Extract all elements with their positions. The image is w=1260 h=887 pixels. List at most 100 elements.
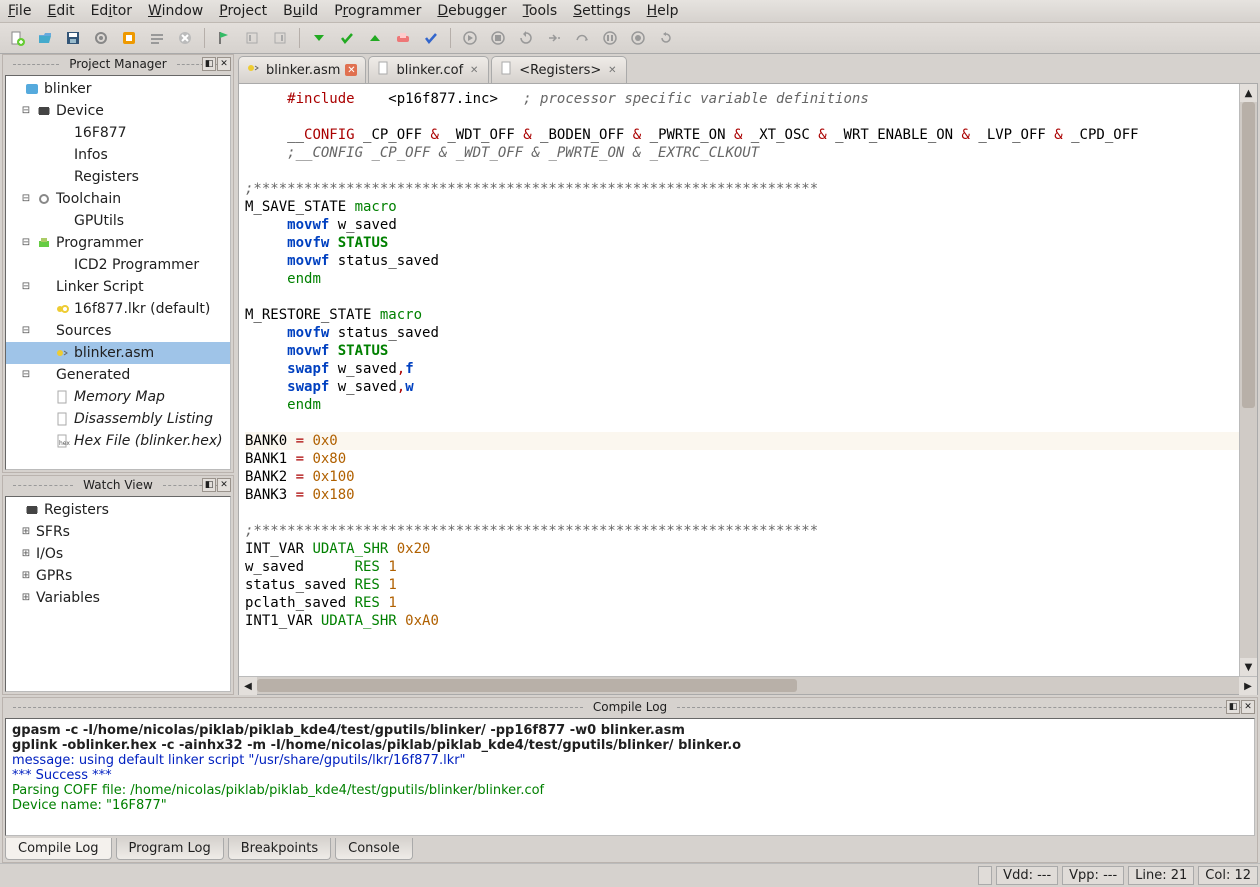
expander-icon[interactable] (38, 435, 50, 447)
open-icon[interactable] (34, 27, 56, 49)
col1-icon[interactable] (241, 27, 263, 49)
expander-icon[interactable] (38, 171, 50, 183)
tree-item[interactable]: ⊞SFRs (6, 521, 230, 543)
tab-registers[interactable]: <Registers>✕ (491, 56, 627, 83)
close-icon[interactable]: ✕ (606, 64, 618, 76)
close-icon[interactable]: ✕ (345, 64, 357, 76)
scroll-down-icon[interactable]: ▼ (1240, 658, 1257, 676)
col2-icon[interactable] (269, 27, 291, 49)
tree-item[interactable]: ⊞GPRs (6, 565, 230, 587)
menu-project[interactable]: Project (219, 3, 267, 19)
menu-help[interactable]: Help (647, 3, 679, 19)
expander-icon[interactable] (38, 347, 50, 359)
detach-icon[interactable]: ◧ (202, 57, 216, 71)
expander-icon[interactable]: ⊞ (20, 592, 32, 604)
tab-blinker.asm[interactable]: blinker.asm✕ (238, 56, 366, 83)
dbg-run-icon[interactable] (459, 27, 481, 49)
dbg-record-icon[interactable] (627, 27, 649, 49)
dbg-restart-icon[interactable] (655, 27, 677, 49)
tree-item[interactable]: blinker (6, 78, 230, 100)
tree-item[interactable]: Disassembly Listing (6, 408, 230, 430)
expander-icon[interactable] (38, 303, 50, 315)
tree-item[interactable]: ⊟Sources (6, 320, 230, 342)
close-icon[interactable]: ✕ (217, 57, 231, 71)
tree-item[interactable]: blinker.asm (6, 342, 230, 364)
tool1-icon[interactable] (146, 27, 168, 49)
check-icon[interactable] (336, 27, 358, 49)
expander-icon[interactable]: ⊞ (20, 548, 32, 560)
tree-item[interactable]: ⊞Variables (6, 587, 230, 609)
expander-icon[interactable]: ⊟ (20, 193, 32, 205)
scroll-left-icon[interactable]: ◀ (239, 677, 257, 695)
vertical-scrollbar[interactable]: ▲ ▼ (1239, 84, 1257, 676)
tree-item[interactable]: Infos (6, 144, 230, 166)
expander-icon[interactable] (38, 391, 50, 403)
tree-item[interactable]: ⊟Programmer (6, 232, 230, 254)
settings-icon[interactable] (90, 27, 112, 49)
menu-window[interactable]: Window (148, 3, 203, 19)
tab-compile-log[interactable]: Compile Log (5, 838, 112, 860)
tree-item[interactable]: ⊟Toolchain (6, 188, 230, 210)
up-icon[interactable] (364, 27, 386, 49)
new-icon[interactable] (6, 27, 28, 49)
save-icon[interactable] (62, 27, 84, 49)
expander-icon[interactable] (38, 127, 50, 139)
tree-item[interactable]: hexHex File (blinker.hex) (6, 430, 230, 452)
code-editor[interactable]: #include <p16f877.inc> ; processor speci… (239, 84, 1257, 676)
flag-icon[interactable] (213, 27, 235, 49)
tab-blinker.cof[interactable]: blinker.cof✕ (368, 56, 489, 83)
ok2-icon[interactable] (420, 27, 442, 49)
tree-item[interactable]: GPUtils (6, 210, 230, 232)
expander-icon[interactable]: ⊟ (20, 237, 32, 249)
menu-programmer[interactable]: Programmer (334, 3, 421, 19)
project-tree[interactable]: blinker⊟Device16F877InfosRegisters⊟Toolc… (5, 75, 231, 470)
down-icon[interactable] (308, 27, 330, 49)
tree-item[interactable]: ⊞I/Os (6, 543, 230, 565)
dbg-pause-icon[interactable] (599, 27, 621, 49)
detach-icon[interactable]: ◧ (202, 478, 216, 492)
tree-item[interactable]: ⊟Linker Script (6, 276, 230, 298)
tree-item[interactable]: ⊟Generated (6, 364, 230, 386)
dbg-into-icon[interactable] (543, 27, 565, 49)
menu-editor[interactable]: Editor (91, 3, 132, 19)
tab-breakpoints[interactable]: Breakpoints (228, 838, 331, 860)
expander-icon[interactable]: ⊞ (20, 570, 32, 582)
menu-build[interactable]: Build (283, 3, 318, 19)
close-icon[interactable]: ✕ (468, 64, 480, 76)
expander-icon[interactable]: ⊟ (20, 105, 32, 117)
pikdev-icon[interactable] (118, 27, 140, 49)
dbg-step-icon[interactable] (515, 27, 537, 49)
expander-icon[interactable] (38, 149, 50, 161)
expander-icon[interactable] (38, 259, 50, 271)
horizontal-scrollbar[interactable]: ◀ ▶ (239, 676, 1257, 694)
close-icon[interactable]: ✕ (1241, 700, 1255, 714)
tab-program-log[interactable]: Program Log (116, 838, 224, 860)
close-icon[interactable]: ✕ (217, 478, 231, 492)
scroll-up-icon[interactable]: ▲ (1240, 84, 1257, 102)
tab-console[interactable]: Console (335, 838, 413, 860)
expander-icon[interactable]: ⊞ (20, 526, 32, 538)
expander-icon[interactable]: ⊟ (20, 281, 32, 293)
menu-settings[interactable]: Settings (573, 3, 630, 19)
expander-icon[interactable] (38, 413, 50, 425)
expander-icon[interactable] (8, 504, 20, 516)
tree-item[interactable]: 16f877.lkr (default) (6, 298, 230, 320)
tree-item[interactable]: Registers (6, 499, 230, 521)
scroll-right-icon[interactable]: ▶ (1239, 677, 1257, 695)
expander-icon[interactable] (8, 83, 20, 95)
menu-file[interactable]: File (8, 3, 31, 19)
tree-item[interactable]: ⊟Device (6, 100, 230, 122)
tree-item[interactable]: ICD2 Programmer (6, 254, 230, 276)
menu-edit[interactable]: Edit (47, 3, 74, 19)
expander-icon[interactable]: ⊟ (20, 325, 32, 337)
dbg-stop-icon[interactable] (487, 27, 509, 49)
expander-icon[interactable] (38, 215, 50, 227)
tree-item[interactable]: Memory Map (6, 386, 230, 408)
tree-item[interactable]: Registers (6, 166, 230, 188)
detach-icon[interactable]: ◧ (1226, 700, 1240, 714)
dbg-over-icon[interactable] (571, 27, 593, 49)
menu-debugger[interactable]: Debugger (437, 3, 506, 19)
erase-icon[interactable] (392, 27, 414, 49)
cancel-icon[interactable] (174, 27, 196, 49)
watch-tree[interactable]: Registers⊞SFRs⊞I/Os⊞GPRs⊞Variables (5, 496, 231, 692)
